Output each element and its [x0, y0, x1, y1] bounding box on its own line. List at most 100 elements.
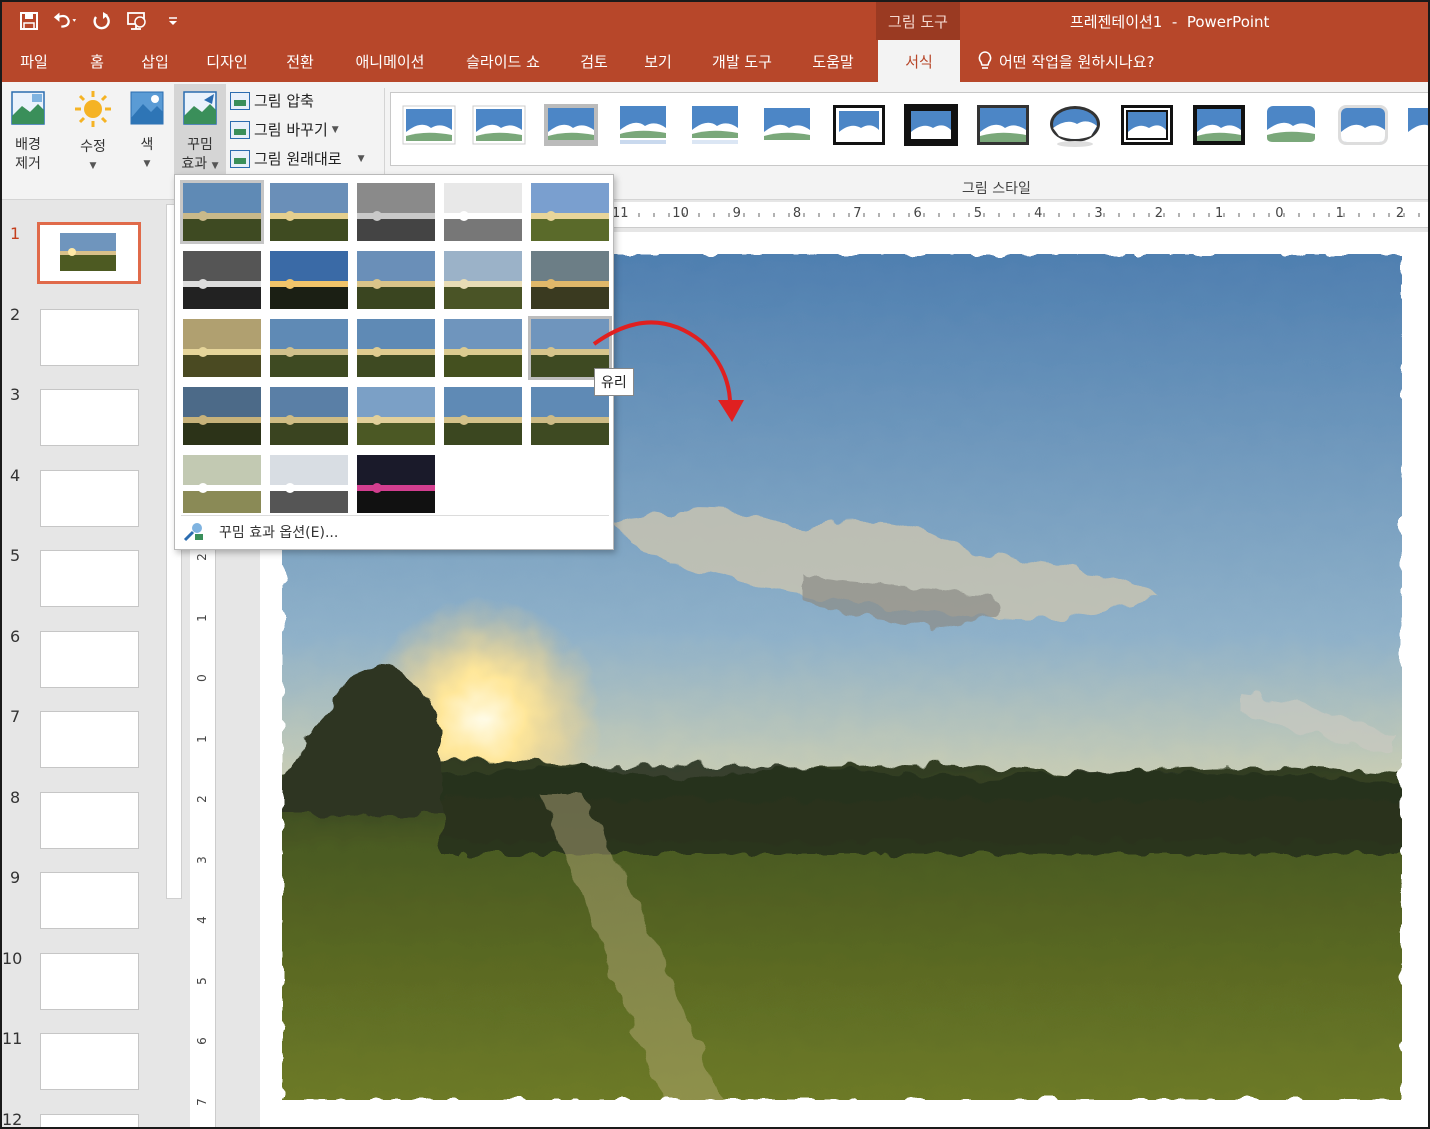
picture-style-thumbnail[interactable]	[1191, 102, 1247, 148]
slide-thumbnail[interactable]	[40, 469, 139, 527]
reset-picture-button[interactable]: 그림 원래대로 ▼	[230, 148, 365, 169]
quick-access-toolbar	[16, 8, 186, 34]
picture-tools-context-title: 그림 도구	[876, 2, 960, 40]
slide-thumbnail[interactable]	[40, 550, 139, 607]
artistic-effects-options-item[interactable]: 꾸밈 효과 옵션(E)...	[183, 522, 338, 542]
artistic-effect-thumbnail[interactable]	[531, 183, 609, 241]
artistic-effect-preview	[357, 251, 435, 309]
artistic-effect-preview	[270, 183, 348, 241]
slide-thumbnail[interactable]	[40, 1113, 139, 1127]
change-picture-button[interactable]: 그림 바꾸기 ▼	[230, 119, 339, 140]
tab-insert[interactable]: 삽입	[128, 40, 182, 82]
artistic-effects-label-2: 효과 ▼	[174, 155, 226, 176]
corrections-button[interactable]: 수정 ▼	[70, 90, 116, 176]
slide-thumbnail-picture	[60, 233, 116, 271]
artistic-effect-thumbnail[interactable]	[444, 251, 522, 309]
undo-icon[interactable]	[52, 8, 78, 34]
chevron-down-icon: ▼	[211, 161, 219, 171]
artistic-effect-thumbnail[interactable]	[183, 455, 261, 513]
tab-format[interactable]: 서식	[878, 40, 960, 82]
artistic-effect-thumbnail[interactable]	[270, 251, 348, 309]
start-from-beginning-icon[interactable]	[124, 8, 150, 34]
artistic-effect-thumbnail[interactable]	[183, 251, 261, 309]
slide-thumbnail[interactable]	[40, 711, 139, 768]
artistic-effects-dropdown: 꾸밈 효과 옵션(E)...	[174, 174, 614, 550]
picture-style-thumbnail[interactable]	[975, 102, 1031, 148]
compress-pictures-button[interactable]: 그림 압축	[230, 90, 314, 111]
app-title: 프레젠테이션1 - PowerPoint	[1070, 13, 1270, 31]
chevron-down-icon: ▼	[89, 161, 97, 171]
artistic-effect-thumbnail[interactable]	[180, 180, 264, 244]
picture-style-thumbnail[interactable]	[615, 102, 671, 148]
picture-style-thumbnail[interactable]	[1403, 102, 1430, 148]
tab-transitions[interactable]: 전환	[270, 40, 330, 82]
tab-review[interactable]: 검토	[568, 40, 620, 82]
slide-thumbnail[interactable]	[40, 630, 139, 688]
ruler-label: 2	[194, 795, 209, 803]
slide-thumbnail[interactable]	[40, 791, 139, 849]
slide-thumbnail[interactable]	[40, 952, 139, 1010]
tab-file[interactable]: 파일	[8, 40, 60, 82]
slide-thumbnail[interactable]	[40, 389, 139, 446]
picture-style-thumbnail[interactable]	[831, 102, 887, 148]
slide-thumbnail[interactable]	[40, 308, 139, 366]
tab-view[interactable]: 보기	[632, 40, 684, 82]
artistic-effect-thumbnail[interactable]	[270, 319, 348, 377]
chevron-down-icon: ▼	[357, 153, 365, 164]
change-picture-icon	[230, 120, 250, 139]
artistic-effects-label-2-text: 효과	[181, 156, 208, 172]
customize-qat-icon[interactable]	[160, 8, 186, 34]
artistic-effect-preview	[444, 251, 522, 309]
slide-number: 8	[10, 787, 21, 807]
picture-style-thumbnail[interactable]	[1263, 102, 1319, 148]
artistic-effect-thumbnail[interactable]	[444, 387, 522, 445]
ribbon-tabs: 파일 홈 삽입 디자인 전환 애니메이션 슬라이드 쇼 검토 보기 개발 도구 …	[2, 40, 1428, 82]
artistic-effect-thumbnail[interactable]	[357, 319, 435, 377]
effect-tooltip: 유리	[594, 368, 634, 396]
save-icon[interactable]	[16, 8, 42, 34]
picture-style-thumbnail[interactable]	[759, 102, 815, 148]
picture-style-thumbnail[interactable]	[401, 102, 457, 148]
artistic-effect-preview	[270, 387, 348, 445]
tab-developer[interactable]: 개발 도구	[696, 40, 788, 82]
color-button[interactable]: 색 ▼	[126, 90, 168, 174]
artistic-effect-thumbnail[interactable]	[357, 251, 435, 309]
picture-style-thumbnail[interactable]	[903, 102, 959, 148]
picture-style-thumbnail[interactable]	[1335, 102, 1391, 148]
artistic-effect-thumbnail[interactable]	[270, 455, 348, 513]
tab-help[interactable]: 도움말	[800, 40, 866, 82]
picture-style-thumbnail[interactable]	[1047, 102, 1103, 148]
picture-style-thumbnail[interactable]	[1119, 102, 1175, 148]
picture-style-thumbnail[interactable]	[687, 102, 743, 148]
artistic-effect-preview	[444, 319, 522, 377]
tab-animations[interactable]: 애니메이션	[342, 40, 438, 82]
artistic-effect-thumbnail[interactable]	[444, 183, 522, 241]
remove-background-button[interactable]: 배경 제거	[6, 90, 50, 174]
artistic-effect-thumbnail[interactable]	[183, 387, 261, 445]
slide-number: 10	[2, 948, 23, 968]
artistic-effect-thumbnail[interactable]	[357, 183, 435, 241]
tab-home[interactable]: 홈	[72, 40, 122, 82]
slide-thumbnail[interactable]	[40, 872, 139, 929]
reset-picture-label: 그림 원래대로	[254, 150, 342, 168]
slide-thumbnail[interactable]	[40, 1033, 139, 1090]
slide-thumbnail[interactable]	[37, 222, 141, 284]
artistic-effect-thumbnail[interactable]	[531, 251, 609, 309]
artistic-effect-thumbnail[interactable]	[444, 319, 522, 377]
tell-me-search[interactable]: 어떤 작업을 원하시나요?	[977, 50, 1155, 72]
artistic-effect-thumbnail[interactable]	[270, 387, 348, 445]
picture-style-thumbnail[interactable]	[543, 102, 599, 148]
artistic-effects-label-1: 꾸밈	[187, 137, 213, 153]
ruler-label: 7	[194, 1097, 209, 1106]
dropdown-separator	[181, 515, 609, 516]
picture-style-thumbnail[interactable]	[471, 102, 527, 148]
artistic-effect-thumbnail[interactable]	[357, 387, 435, 445]
tab-design[interactable]: 디자인	[194, 40, 260, 82]
redo-icon[interactable]	[88, 8, 114, 34]
artistic-effect-thumbnail[interactable]	[270, 183, 348, 241]
tab-slideshow[interactable]: 슬라이드 쇼	[450, 40, 556, 82]
artistic-effect-preview	[357, 387, 435, 445]
artistic-effect-thumbnail[interactable]	[357, 455, 435, 513]
artistic-effects-button[interactable]: 꾸밈 효과 ▼	[174, 84, 226, 174]
artistic-effect-thumbnail[interactable]	[183, 319, 261, 377]
